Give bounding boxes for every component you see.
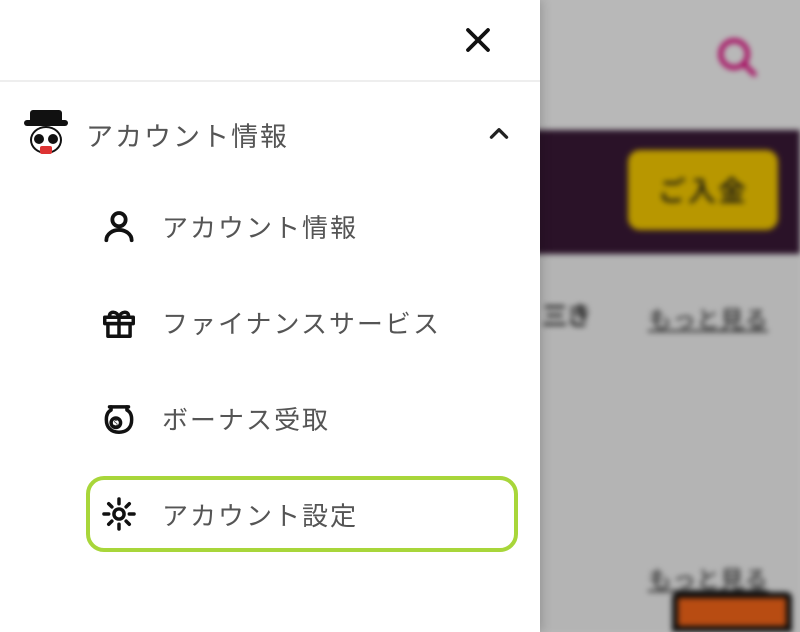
account-drawer: アカウント情報 アカウント情報: [0, 0, 540, 632]
menu-item-account-info[interactable]: アカウント情報: [0, 178, 540, 274]
section-account-info[interactable]: アカウント情報: [0, 82, 540, 172]
section-title: アカウント情報: [86, 115, 486, 154]
close-button[interactable]: [456, 18, 500, 62]
submenu: アカウント情報 ファイナンスサービス $: [0, 172, 540, 582]
svg-text:$: $: [114, 418, 118, 429]
drawer-header: [0, 0, 540, 82]
menu-item-bonus-receive[interactable]: $ ボーナス受取: [0, 370, 540, 466]
decorative-text: 三き: [542, 296, 590, 333]
person-icon: [98, 205, 140, 247]
gear-icon: [98, 493, 140, 535]
chevron-up-icon: [486, 121, 512, 147]
menu-item-finance-service[interactable]: ファイナンスサービス: [0, 274, 540, 370]
game-tile-partial: [672, 592, 792, 632]
mascot-icon: [22, 110, 70, 158]
menu-item-label: ボーナス受取: [162, 400, 330, 437]
menu-item-account-settings[interactable]: アカウント設定: [0, 466, 540, 562]
menu-item-label: ファイナンスサービス: [162, 304, 441, 341]
menu-item-label: アカウント情報: [162, 208, 358, 245]
see-more-link[interactable]: もっと見る: [648, 300, 768, 335]
search-icon[interactable]: [714, 34, 760, 80]
menu-item-label: アカウント設定: [162, 496, 358, 533]
close-icon: [463, 25, 493, 55]
gift-icon: [98, 301, 140, 343]
see-more-link[interactable]: もっと見る: [648, 560, 768, 595]
money-jar-icon: $: [98, 397, 140, 439]
deposit-button[interactable]: ご入金: [628, 150, 778, 230]
